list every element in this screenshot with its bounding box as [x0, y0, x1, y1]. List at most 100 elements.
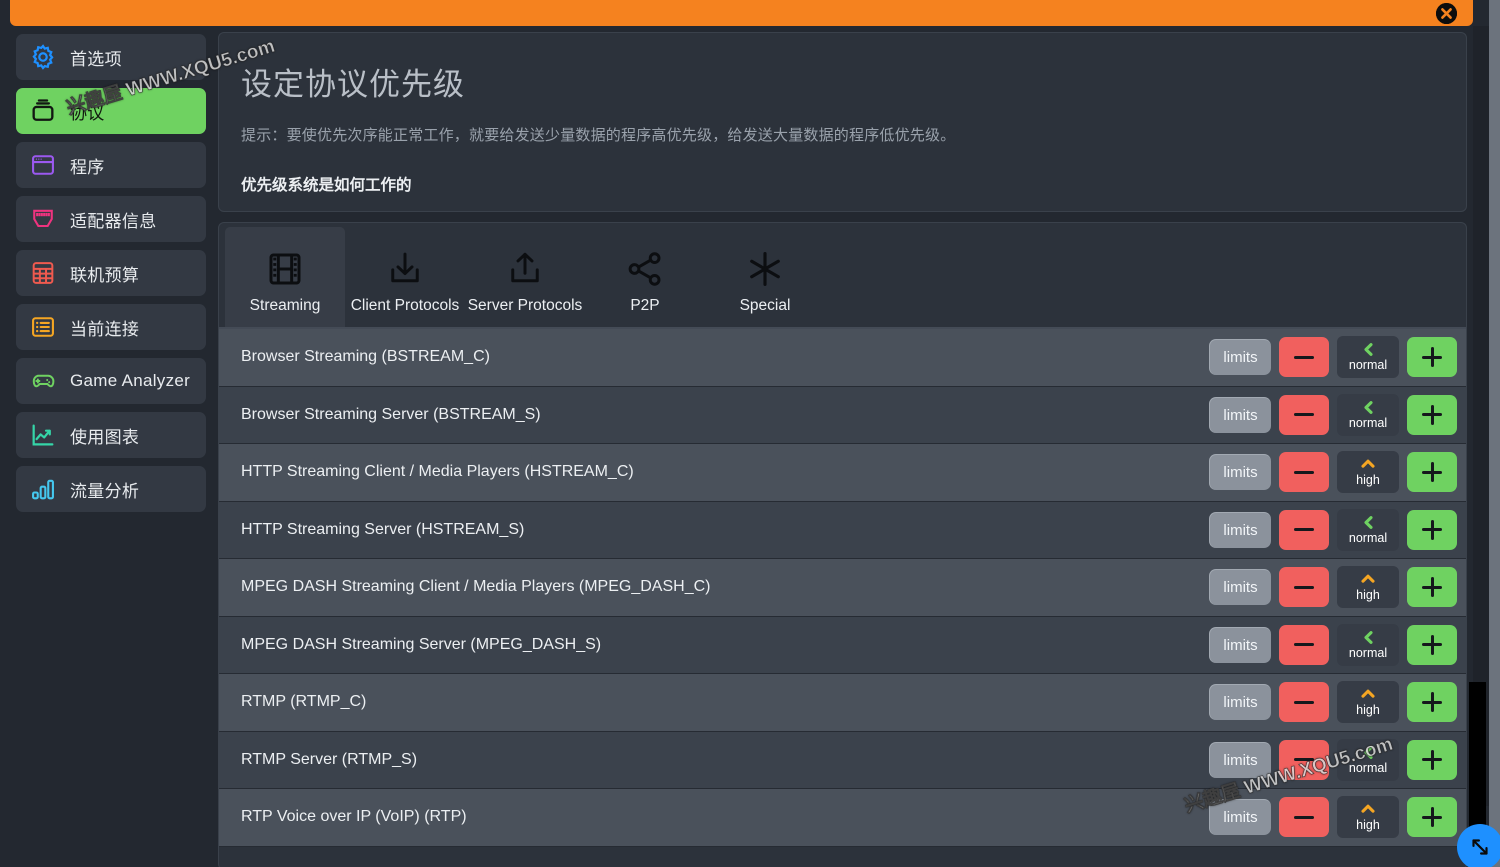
priority-indicator[interactable]: normal [1337, 336, 1399, 379]
plus-icon [1422, 347, 1442, 368]
gear-icon [28, 42, 58, 72]
ethernet-port-icon [28, 204, 58, 234]
limits-button[interactable]: limits [1209, 396, 1271, 433]
tab-server-protocols[interactable]: Server Protocols [465, 227, 585, 327]
limits-button[interactable]: limits [1209, 741, 1271, 778]
title-bar [10, 0, 1473, 26]
asterisk-icon [744, 241, 786, 297]
decrease-priority-button[interactable] [1279, 567, 1329, 608]
protocol-name: Browser Streaming (BSTREAM_C) [241, 348, 490, 366]
close-button[interactable] [1436, 3, 1457, 24]
decrease-priority-button[interactable] [1279, 337, 1329, 378]
row-controls: limits high [1209, 566, 1466, 609]
table-row[interactable]: RTMP Server (RTMP_S) limits normal [219, 731, 1466, 789]
plus-icon [1422, 519, 1442, 540]
limits-button[interactable]: limits [1209, 684, 1271, 721]
chevron-up-icon [1360, 572, 1376, 587]
main-content: 设定协议优先级 提示：要使优先次序能正常工作，就要给发送少量数据的程序高优先级，… [218, 26, 1471, 867]
limits-button[interactable]: limits [1209, 626, 1271, 663]
priority-system-link[interactable]: 优先级系统是如何工作的 [241, 173, 1466, 195]
decrease-priority-button[interactable] [1279, 797, 1329, 838]
priority-indicator[interactable]: normal [1337, 738, 1399, 781]
row-controls: limits high [1209, 681, 1466, 724]
minus-icon [1294, 528, 1314, 532]
table-row[interactable]: MPEG DASH Streaming Server (MPEG_DASH_S)… [219, 616, 1466, 674]
limits-button[interactable]: limits [1209, 339, 1271, 376]
tab-label: P2P [630, 297, 660, 314]
plus-icon [1422, 404, 1442, 425]
sidebar-item-programs[interactable]: 程序 [16, 142, 206, 188]
resize-handle[interactable] [1457, 824, 1500, 867]
tab-label: Server Protocols [467, 297, 583, 314]
protocol-name: HTTP Streaming Client / Media Players (H… [241, 463, 634, 481]
chevron-up-icon [1360, 687, 1376, 702]
chevron-left-icon [1362, 400, 1375, 415]
limits-button[interactable]: limits [1209, 454, 1271, 491]
protocol-name: MPEG DASH Streaming Client / Media Playe… [241, 578, 711, 596]
table-row[interactable]: MPEG DASH Streaming Client / Media Playe… [219, 559, 1466, 617]
sidebar-item-label: 协议 [70, 103, 105, 123]
upload-icon [504, 241, 546, 297]
protocol-name: MPEG DASH Streaming Server (MPEG_DASH_S) [241, 635, 602, 653]
priority-indicator[interactable]: high [1337, 796, 1399, 839]
sidebar-item-label: 当前连接 [70, 319, 140, 339]
priority-indicator[interactable]: high [1337, 681, 1399, 724]
table-row[interactable]: HTTP Streaming Client / Media Players (H… [219, 444, 1466, 502]
table-row[interactable]: RTMP (RTMP_C) limits high [219, 674, 1466, 732]
sidebar-item-adapter-info[interactable]: 适配器信息 [16, 196, 206, 242]
increase-priority-button[interactable] [1407, 624, 1457, 665]
protocol-name: RTP Voice over IP (VoIP) (RTP) [241, 808, 467, 826]
priority-indicator[interactable]: normal [1337, 508, 1399, 551]
decrease-priority-button[interactable] [1279, 624, 1329, 665]
increase-priority-button[interactable] [1407, 797, 1457, 838]
plus-icon [1422, 462, 1442, 483]
decrease-priority-button[interactable] [1279, 452, 1329, 493]
table-row[interactable]: RTP Voice over IP (VoIP) (RTP) limits high [219, 789, 1466, 847]
limits-button[interactable]: limits [1209, 511, 1271, 548]
protocol-name: HTTP Streaming Server (HSTREAM_S) [241, 520, 525, 538]
increase-priority-button[interactable] [1407, 567, 1457, 608]
close-icon [1436, 3, 1457, 24]
increase-priority-button[interactable] [1407, 452, 1457, 493]
minus-icon [1294, 470, 1314, 474]
sidebar-item-usage-chart[interactable]: 使用图表 [16, 412, 206, 458]
sidebar-item-preferences[interactable]: 首选项 [16, 34, 206, 80]
tab-p2p[interactable]: P2P [585, 227, 705, 327]
table-row[interactable]: Browser Streaming (BSTREAM_C) limits norma… [219, 329, 1466, 387]
protocol-rows: Browser Streaming (BSTREAM_C) limits norma… [219, 329, 1466, 847]
application-window: 首选项 协议 程序 适配器信息 联机预算 当前连接 Game Analyzer … [0, 0, 1500, 867]
priority-indicator[interactable]: high [1337, 451, 1399, 494]
tab-streaming[interactable]: Streaming [225, 227, 345, 327]
tab-special[interactable]: Special [705, 227, 825, 327]
decrease-priority-button[interactable] [1279, 394, 1329, 435]
tab-client-protocols[interactable]: Client Protocols [345, 227, 465, 327]
sidebar-item-protocols[interactable]: 协议 [16, 88, 206, 134]
protocol-name: RTMP (RTMP_C) [241, 693, 367, 711]
limits-button[interactable]: limits [1209, 799, 1271, 836]
chevron-left-icon [1362, 515, 1375, 530]
priority-indicator[interactable]: high [1337, 566, 1399, 609]
sidebar-item-game-analyzer[interactable]: Game Analyzer [16, 358, 206, 404]
protocol-name: RTMP Server (RTMP_S) [241, 750, 418, 768]
sidebar-item-online-budget[interactable]: 联机预算 [16, 250, 206, 296]
chevron-left-icon [1362, 342, 1375, 357]
sidebar-item-traffic-analysis[interactable]: 流量分析 [16, 466, 206, 512]
minus-icon [1294, 700, 1314, 704]
decrease-priority-button[interactable] [1279, 739, 1329, 780]
row-controls: limits normal [1209, 738, 1466, 781]
limits-button[interactable]: limits [1209, 569, 1271, 606]
increase-priority-button[interactable] [1407, 394, 1457, 435]
priority-indicator[interactable]: normal [1337, 623, 1399, 666]
table-row[interactable]: Browser Streaming Server (BSTREAM_S) limi… [219, 386, 1466, 444]
sidebar-item-current-connections[interactable]: 当前连接 [16, 304, 206, 350]
sidebar-item-label: 适配器信息 [70, 211, 157, 231]
decrease-priority-button[interactable] [1279, 682, 1329, 723]
priority-indicator[interactable]: normal [1337, 393, 1399, 436]
increase-priority-button[interactable] [1407, 682, 1457, 723]
decrease-priority-button[interactable] [1279, 509, 1329, 550]
priority-label: normal [1348, 760, 1388, 775]
increase-priority-button[interactable] [1407, 739, 1457, 780]
table-row[interactable]: HTTP Streaming Server (HSTREAM_S) limits n… [219, 501, 1466, 559]
increase-priority-button[interactable] [1407, 509, 1457, 550]
increase-priority-button[interactable] [1407, 337, 1457, 378]
